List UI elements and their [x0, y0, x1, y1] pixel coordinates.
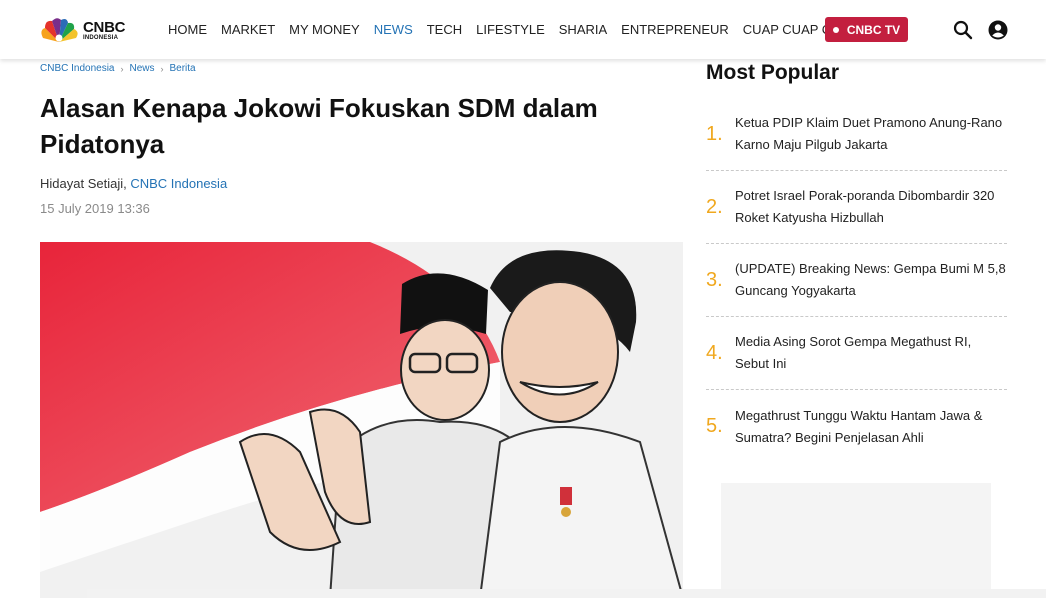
chevron-right-icon: ›: [120, 63, 124, 74]
popular-item[interactable]: 1. Ketua PDIP Klaim Duet Pramono Anung-R…: [706, 98, 1007, 171]
popular-rank: 4.: [706, 341, 723, 364]
popular-headline[interactable]: Media Asing Sorot Gempa Megathust RI, Se…: [735, 331, 1007, 375]
popular-item[interactable]: 5. Megathrust Tunggu Waktu Hantam Jawa &…: [706, 390, 1007, 463]
cnbc-tv-label: CNBC TV: [846, 22, 901, 37]
popular-headline[interactable]: Potret Israel Porak-poranda Dibombardir …: [735, 185, 1007, 229]
user-account-icon[interactable]: [988, 20, 1008, 40]
breadcrumb-news[interactable]: News: [129, 63, 154, 74]
live-dot-icon: [832, 26, 839, 33]
nav-market[interactable]: MARKET: [221, 22, 275, 37]
popular-rank: 3.: [706, 268, 723, 291]
article-hero-image[interactable]: [40, 242, 683, 598]
breadcrumb-berita[interactable]: Berita: [170, 63, 196, 74]
logo-text-primary: CNBC: [83, 18, 126, 36]
article-date: 15 July 2019 13:36: [40, 201, 150, 216]
breadcrumb: CNBC Indonesia › News › Berita: [40, 63, 196, 74]
popular-headline[interactable]: (UPDATE) Breaking News: Gempa Bumi M 5,8…: [735, 258, 1007, 302]
cnbc-indonesia-logo[interactable]: CNBC INDONESIA: [37, 15, 139, 45]
author-outlet-link[interactable]: CNBC Indonesia: [130, 176, 227, 191]
chevron-right-icon: ›: [160, 63, 164, 74]
popular-headline[interactable]: Megathrust Tunggu Waktu Hantam Jawa & Su…: [735, 405, 1007, 449]
popular-item[interactable]: 2. Potret Israel Porak-poranda Dibombard…: [706, 171, 1007, 244]
popular-rank: 1.: [706, 122, 723, 145]
nav-my-money[interactable]: MY MONEY: [289, 22, 360, 37]
most-popular-title: Most Popular: [706, 61, 840, 84]
nav-news[interactable]: NEWS: [374, 22, 413, 37]
most-popular-list: 1. Ketua PDIP Klaim Duet Pramono Anung-R…: [706, 98, 1007, 463]
cnbc-tv-button[interactable]: CNBC TV: [825, 17, 908, 42]
nav-tech[interactable]: TECH: [427, 22, 462, 37]
popular-headline[interactable]: Ketua PDIP Klaim Duet Pramono Anung-Rano…: [735, 112, 1007, 156]
main-nav: HOME MARKET MY MONEY NEWS TECH LIFESTYLE…: [161, 0, 866, 59]
nav-entrepreneur[interactable]: ENTREPRENEUR: [621, 22, 729, 37]
nav-sharia[interactable]: SHARIA: [559, 22, 607, 37]
breadcrumb-cnbc-indonesia[interactable]: CNBC Indonesia: [40, 63, 114, 74]
hero-illustration: [40, 242, 683, 598]
article-byline: Hidayat Setiaji, CNBC Indonesia: [40, 176, 228, 191]
popular-item[interactable]: 3. (UPDATE) Breaking News: Gempa Bumi M …: [706, 244, 1007, 317]
advertisement-placeholder: [721, 483, 991, 598]
search-icon[interactable]: [953, 20, 973, 40]
popular-item[interactable]: 4. Media Asing Sorot Gempa Megathust RI,…: [706, 317, 1007, 390]
author-name: Hidayat Setiaji: [40, 176, 124, 191]
nav-lifestyle[interactable]: LIFESTYLE: [476, 22, 545, 37]
popular-rank: 5.: [706, 415, 723, 437]
bottom-sticky-bar: [87, 589, 1046, 598]
popular-rank: 2.: [706, 195, 723, 218]
top-navigation-bar: CNBC INDONESIA HOME MARKET MY MONEY NEWS…: [0, 0, 1046, 59]
peacock-logo-icon: [41, 18, 78, 42]
nav-home[interactable]: HOME: [168, 22, 207, 37]
article-title: Alasan Kenapa Jokowi Fokuskan SDM dalam …: [40, 93, 598, 159]
